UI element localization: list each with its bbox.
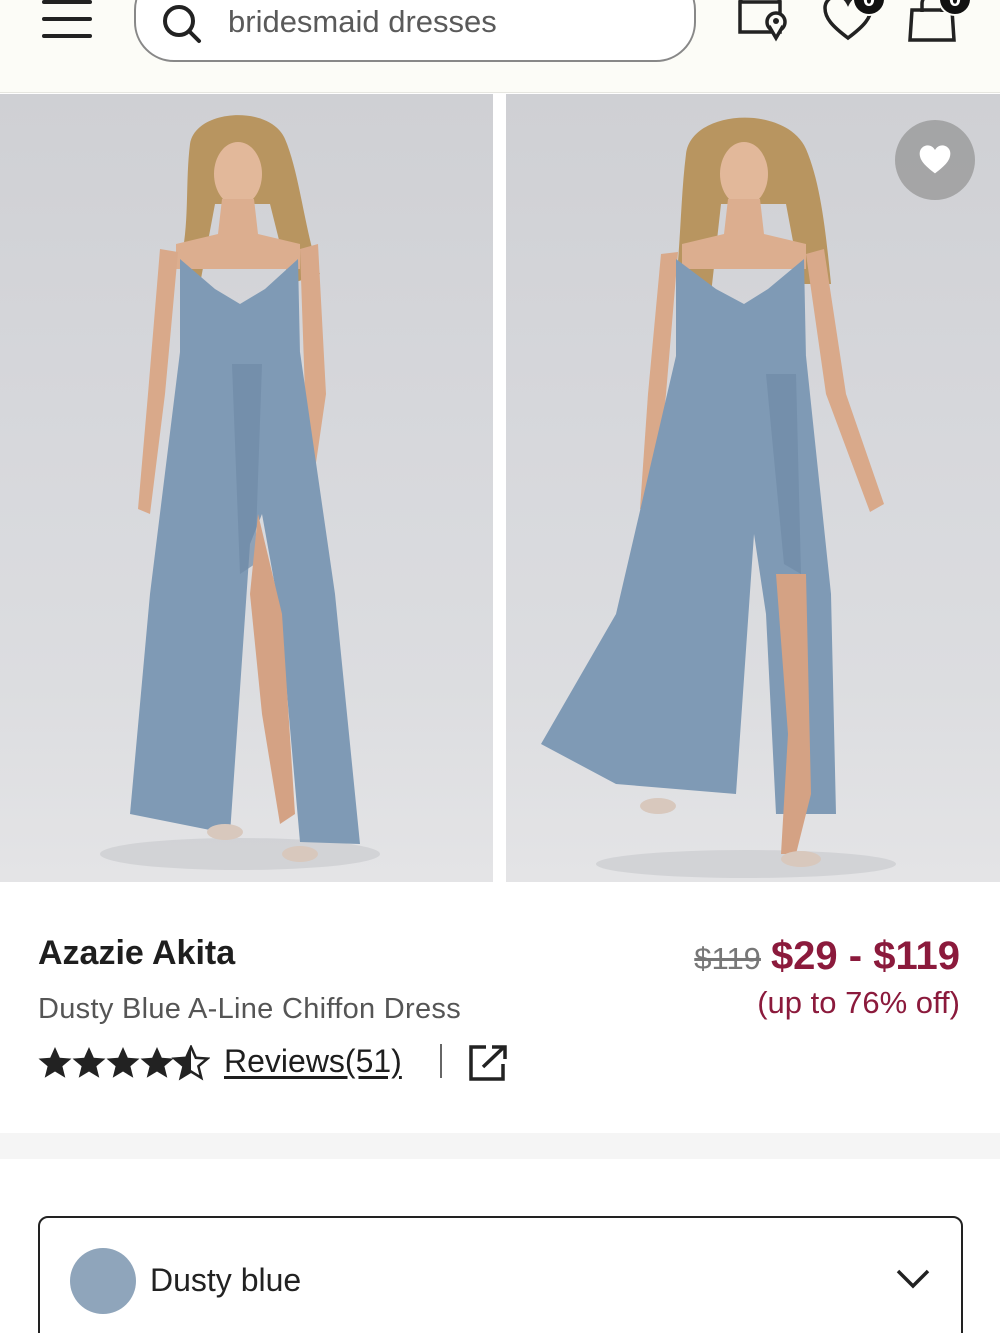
search-icon [163, 5, 201, 43]
search-placeholder: bridesmaid dresses [228, 4, 497, 39]
divider [440, 1044, 442, 1078]
color-selector-dropdown[interactable]: Dusty blue [38, 1216, 963, 1333]
product-gallery [0, 94, 1000, 882]
add-to-favorites-button[interactable] [895, 120, 975, 200]
product-brand: Azazie Akita [38, 934, 236, 972]
sale-price: $29 - $119 [770, 934, 960, 978]
heart-filled-icon [919, 145, 951, 174]
share-icon[interactable] [468, 1044, 508, 1082]
product-image-side[interactable] [506, 94, 1000, 882]
stars-icon [38, 1045, 209, 1080]
color-swatch [70, 1248, 136, 1314]
star-rating [38, 1043, 210, 1083]
product-name: Dusty Blue A-Line Chiffon Dress [38, 993, 462, 1025]
chevron-down-icon [896, 1269, 930, 1289]
price-row: $119 $29 - $119 [694, 934, 960, 979]
product-image-front[interactable] [0, 94, 493, 882]
menu-icon[interactable] [42, 0, 92, 40]
search-input[interactable]: bridesmaid dresses [134, 0, 696, 62]
top-header: bridesmaid dresses 0 0 [0, 0, 1000, 93]
original-price: $119 [694, 941, 761, 976]
selected-color-label: Dusty blue [150, 1262, 302, 1298]
cart-button[interactable]: 0 [906, 0, 972, 44]
store-locator-icon[interactable] [736, 0, 792, 42]
dress-model-illustration-2 [541, 117, 896, 878]
discount-label: (up to 76% off) [757, 985, 960, 1020]
dress-model-illustration [100, 115, 380, 870]
section-divider [0, 1133, 1000, 1159]
reviews-link[interactable]: Reviews(51) [224, 1043, 402, 1080]
wishlist-button[interactable]: 0 [822, 0, 886, 44]
